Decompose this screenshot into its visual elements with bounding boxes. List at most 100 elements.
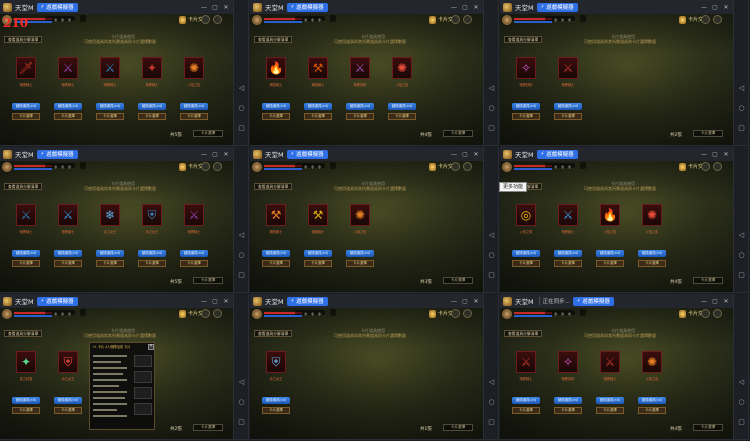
item-breakdown-button[interactable]: 查看道具分解清單	[504, 36, 543, 43]
card-select-button[interactable]: 卡片選擇	[346, 113, 374, 120]
home-icon[interactable]: ○	[734, 251, 748, 259]
recents-icon[interactable]: ▢	[734, 124, 748, 132]
transform-button[interactable]: 變換道具(x4)	[512, 250, 540, 257]
transform-button[interactable]: 變換道具(x4)	[512, 103, 540, 110]
footer-select-button[interactable]: 卡片選擇	[443, 277, 473, 284]
recents-icon[interactable]: ▢	[484, 124, 498, 132]
transform-button[interactable]: 變換道具(x4)	[96, 103, 124, 110]
transform-button[interactable]: 變換道具(x4)	[54, 250, 82, 257]
menu-round-button[interactable]	[451, 15, 460, 24]
transform-button[interactable]: 變換道具(x4)	[54, 397, 82, 404]
close-button[interactable]: ✕	[722, 298, 730, 305]
maximize-button[interactable]: ▢	[211, 298, 219, 305]
back-icon[interactable]: ◁	[734, 231, 748, 239]
minimize-button[interactable]: —	[700, 4, 708, 11]
transform-button[interactable]: 變換道具(x4)	[304, 250, 332, 257]
popup-slot[interactable]	[134, 371, 152, 383]
menu-round-button[interactable]	[701, 309, 710, 318]
menu-round-button[interactable]	[201, 162, 210, 171]
transform-button[interactable]: 變換道具(x4)	[554, 103, 582, 110]
close-button[interactable]: ✕	[222, 298, 230, 305]
card-select-button[interactable]: 卡片選擇	[54, 260, 82, 267]
card-select-button[interactable]: 卡片選擇	[512, 113, 540, 120]
transform-button[interactable]: 變換道具(x4)	[12, 103, 40, 110]
transform-button[interactable]: 變換道具(x4)	[54, 103, 82, 110]
card-select-button[interactable]: 卡片選擇	[554, 407, 582, 414]
card-select-button[interactable]: 卡片選擇	[554, 260, 582, 267]
back-icon[interactable]: ◁	[234, 378, 248, 386]
minimize-button[interactable]: —	[200, 4, 208, 11]
settings-button[interactable]	[463, 309, 472, 318]
close-button[interactable]: ✕	[222, 4, 230, 11]
transform-button[interactable]: 變換道具(x4)	[262, 103, 290, 110]
card-select-button[interactable]: 卡片選擇	[138, 260, 166, 267]
card-select-button[interactable]: 卡片選擇	[138, 113, 166, 120]
settings-button[interactable]	[213, 162, 222, 171]
card-select-button[interactable]: 卡片選擇	[262, 260, 290, 267]
popup-close-button[interactable]: ✕	[148, 344, 154, 350]
game-accelerator-button[interactable]: ⚡ 遊戲模擬器	[536, 149, 578, 159]
recents-icon[interactable]: ▢	[484, 271, 498, 279]
transform-button[interactable]: 變換道具(x4)	[596, 397, 624, 404]
transform-button[interactable]: 變換道具(x4)	[180, 250, 208, 257]
item-breakdown-button[interactable]: 查看道具分解清單	[254, 36, 293, 43]
transform-button[interactable]: 變換道具(x4)	[12, 397, 40, 404]
back-icon[interactable]: ◁	[484, 84, 498, 92]
card-select-button[interactable]: 卡片選擇	[638, 407, 666, 414]
home-icon[interactable]: ○	[234, 398, 248, 406]
card-select-button[interactable]: 卡片選擇	[96, 113, 124, 120]
menu-round-button[interactable]	[701, 162, 710, 171]
settings-button[interactable]	[713, 162, 722, 171]
card-select-button[interactable]: 卡片選擇	[54, 407, 82, 414]
card-select-button[interactable]: 卡片選擇	[554, 113, 582, 120]
home-icon[interactable]: ○	[484, 398, 498, 406]
game-accelerator-button[interactable]: ⚡ 遊戲模擬器	[36, 2, 78, 12]
transform-button[interactable]: 變換道具(x4)	[596, 250, 624, 257]
card-select-button[interactable]: 卡片選擇	[96, 260, 124, 267]
card-select-button[interactable]: 卡片選擇	[638, 260, 666, 267]
popup-slot[interactable]	[134, 403, 152, 415]
back-icon[interactable]: ◁	[484, 231, 498, 239]
recents-icon[interactable]: ▢	[234, 124, 248, 132]
card-select-button[interactable]: 卡片選擇	[180, 260, 208, 267]
close-button[interactable]: ✕	[472, 4, 480, 11]
maximize-button[interactable]: ▢	[461, 151, 469, 158]
back-icon[interactable]: ◁	[234, 231, 248, 239]
card-select-button[interactable]: 卡片選擇	[12, 407, 40, 414]
card-select-button[interactable]: 卡片選擇	[512, 260, 540, 267]
home-icon[interactable]: ○	[234, 251, 248, 259]
card-select-button[interactable]: 卡片選擇	[262, 407, 290, 414]
game-accelerator-button[interactable]: ⚡ 遊戲模擬器	[536, 2, 578, 12]
footer-select-button[interactable]: 卡片選擇	[193, 277, 223, 284]
transform-button[interactable]: 變換道具(x4)	[388, 103, 416, 110]
card-select-button[interactable]: 卡片選擇	[304, 113, 332, 120]
recents-icon[interactable]: ▢	[484, 418, 498, 426]
footer-select-button[interactable]: 卡片選擇	[443, 424, 473, 431]
transform-button[interactable]: 變換道具(x4)	[554, 397, 582, 404]
item-breakdown-button[interactable]: 查看道具分解清單	[4, 330, 43, 337]
maximize-button[interactable]: ▢	[711, 298, 719, 305]
menu-round-button[interactable]	[451, 162, 460, 171]
transform-button[interactable]: 變換道具(x4)	[12, 250, 40, 257]
player-avatar[interactable]	[502, 15, 512, 25]
minimize-button[interactable]: —	[200, 298, 208, 305]
recents-icon[interactable]: ▢	[234, 271, 248, 279]
close-button[interactable]: ✕	[472, 298, 480, 305]
home-icon[interactable]: ○	[484, 251, 498, 259]
card-select-button[interactable]: 卡片選擇	[12, 113, 40, 120]
back-icon[interactable]: ◁	[234, 84, 248, 92]
close-button[interactable]: ✕	[472, 151, 480, 158]
maximize-button[interactable]: ▢	[461, 298, 469, 305]
footer-select-button[interactable]: 卡片選擇	[693, 277, 723, 284]
player-avatar[interactable]	[502, 309, 512, 319]
home-icon[interactable]: ○	[484, 104, 498, 112]
settings-button[interactable]	[213, 309, 222, 318]
close-button[interactable]: ✕	[722, 4, 730, 11]
settings-button[interactable]	[713, 15, 722, 24]
transform-button[interactable]: 變換道具(x4)	[304, 103, 332, 110]
popup-slot[interactable]	[134, 355, 152, 367]
maximize-button[interactable]: ▢	[461, 4, 469, 11]
back-icon[interactable]: ◁	[734, 84, 748, 92]
maximize-button[interactable]: ▢	[211, 151, 219, 158]
card-select-button[interactable]: 卡片選擇	[346, 260, 374, 267]
